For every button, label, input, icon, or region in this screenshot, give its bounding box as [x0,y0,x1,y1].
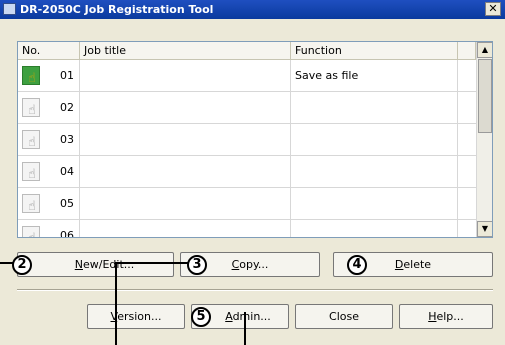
job-number-cell: ☝ 02 [18,92,80,123]
job-registration-window: DR-2050C Job Registration Tool ✕ No. Job… [0,0,505,345]
list-header: No. Job title Function [18,42,476,60]
scroll-thumb[interactable] [478,59,492,133]
column-header-no[interactable]: No. [18,42,80,59]
job-number: 04 [60,165,74,178]
table-row[interactable]: ☝ 06 [18,220,476,238]
job-function-cell [291,156,458,187]
close-button[interactable]: Close [295,304,393,329]
table-row[interactable]: ☝ 04 [18,156,476,188]
job-number-cell: ☝ 05 [18,188,80,219]
close-window-button[interactable]: ✕ [485,2,501,16]
hand-pointer-icon: ☝ [28,71,36,86]
new-edit-label: ew/Edit... [82,258,135,271]
scroll-down-icon[interactable]: ▼ [477,221,492,237]
table-row[interactable]: ☝ 05 [18,188,476,220]
job-number: 03 [60,133,74,146]
hand-pointer-icon: ☝ [28,232,36,237]
copy-label: opy... [239,258,269,271]
job-number: 05 [60,197,74,210]
callout-4: 4 [347,255,367,275]
job-title-cell [80,60,291,91]
table-row[interactable]: ☝ 01 Save as file [18,60,476,92]
title-bar[interactable]: DR-2050C Job Registration Tool ✕ [0,0,505,19]
callout-3: 3 [187,255,207,275]
job-function-cell: Save as file [291,60,458,91]
hand-pointer-icon: ☝ [28,199,36,214]
admin-mnemonic: A [225,310,233,323]
job-function-cell [291,188,458,219]
table-row[interactable]: ☝ 02 [18,92,476,124]
job-function-cell [291,220,458,237]
admin-label: dmin... [232,310,271,323]
job-function-cell [291,92,458,123]
job-number-cell: ☝ 01 [18,60,80,91]
help-button[interactable]: Help... [399,304,493,329]
separator [17,289,493,291]
callout-2: 2 [12,255,32,275]
delete-label: elete [403,258,432,271]
vertical-scrollbar[interactable]: ▲ ▼ [476,42,492,237]
job-number: 06 [60,229,74,238]
job-list[interactable]: No. Job title Function ☝ 01 Save as file… [17,41,493,238]
version-button[interactable]: Version... [87,304,185,329]
hand-pointer-icon: ☝ [28,167,36,182]
column-header-job-title[interactable]: Job title [80,42,291,59]
job-function-cell [291,124,458,155]
scroll-up-icon[interactable]: ▲ [477,42,492,58]
job-title-cell [80,156,291,187]
help-label: elp... [436,310,464,323]
callout-leader-5 [244,312,246,345]
window-title: DR-2050C Job Registration Tool [20,3,214,16]
scanner-icon [3,3,16,15]
table-row[interactable]: ☝ 03 [18,124,476,156]
job-number: 01 [60,69,74,82]
version-label: ersion... [117,310,162,323]
new-edit-mnemonic: N [74,258,83,271]
job-number: 02 [60,101,74,114]
hand-pointer-icon: ☝ [28,103,36,118]
callout-5: 5 [191,307,211,327]
column-header-function[interactable]: Function [291,42,458,59]
job-title-cell [80,220,291,237]
column-header-spacer [458,42,476,59]
job-number-cell: ☝ 03 [18,124,80,155]
hand-pointer-icon: ☝ [28,135,36,150]
new-edit-button[interactable]: New/Edit... [17,252,174,277]
job-number-cell: ☝ 04 [18,156,80,187]
job-title-cell [80,124,291,155]
job-title-cell [80,188,291,219]
job-number-cell: ☝ 06 [18,220,80,238]
callout-leader-3-vertical [115,262,117,345]
callout-leader-3 [115,262,189,264]
job-title-cell [80,92,291,123]
